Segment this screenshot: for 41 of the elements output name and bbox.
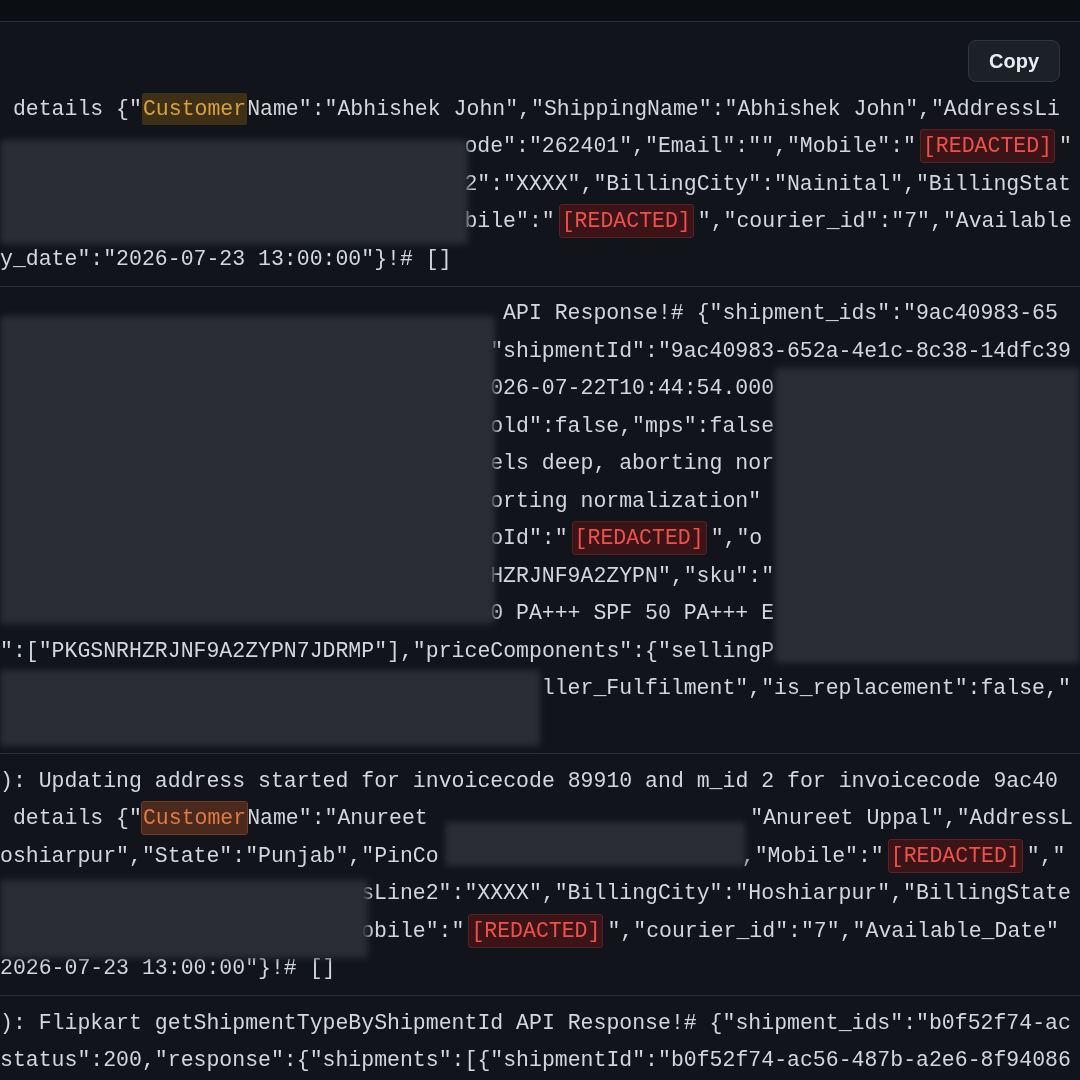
log-text: "shipmentId":"9ac40983-652a-4e1c-8c38-14dfc39 (490, 337, 1071, 365)
log-text: ,"Mobile":" (741, 842, 884, 870)
log-text: ","courier_id":"7","Available_Date" (607, 917, 1059, 945)
log-text: ): Flipkart getShipmentTypeByShipmentId API Response!# {"shipment_ids":"b0f52f74-ac (0, 1009, 1071, 1037)
log-text: 2":"XXXX","BillingCity":"Nainital","BillingStat (464, 170, 1071, 198)
log-text: ode":"262401","Email":"","Mobile":" (464, 133, 916, 161)
log-text: details {" (12, 95, 142, 123)
log-text: HZRJNF9A2ZYPN","sku":" (490, 562, 775, 590)
log-text: ":["PKGSNRHZRJNF9A2ZYPN7JDRMP"],"priceComponents":{"sellingP (0, 637, 775, 665)
redacted-label: [REDACTED] (919, 129, 1055, 164)
search-match: Customer (141, 92, 248, 125)
redacted-label: [REDACTED] (571, 521, 707, 556)
search-match: Customer (141, 802, 248, 835)
log-text: status":200,"response":{"shipments":[{"shipmentId":"b0f52f74-ac56-487b-a2e6-8f94086 (0, 1047, 1071, 1075)
log-text: Name":"Anureet (247, 805, 428, 833)
log-text: oshiarpur","State":"Punjab","PinCo (0, 842, 439, 870)
log-text: els deep, aborting nor (490, 450, 775, 478)
log-text: orting normalization" (490, 487, 762, 515)
log-text: Name":"Abhishek John","ShippingName":"Abhishek John","AddressLi (247, 95, 1060, 123)
log-text: y_date":"2026-07-23 13:00:00"}!# [] (0, 245, 452, 273)
log-text: sLine2":"XXXX","BillingCity":"Hoshiarpur","BillingState (361, 880, 1071, 908)
redacted-label: [REDACTED] (887, 838, 1023, 873)
redacted-label: [REDACTED] (558, 204, 694, 239)
log-text: API Response!# {"shipment_ids":"9ac40983-65 (503, 300, 1058, 328)
log-text: "," (1026, 842, 1066, 870)
copy-button[interactable]: Copy (968, 40, 1060, 82)
log-text: ","courier_id":"7","Available (697, 208, 1072, 236)
log-text: "Anureet Uppal","AddressL (750, 805, 1073, 833)
log-text: ","o (710, 525, 763, 553)
log-text: " (1059, 133, 1072, 161)
log-text: details {" (12, 805, 142, 833)
log-text: obile":" (361, 917, 465, 945)
log-text: 026-07-22T10:44:54.000 (490, 375, 775, 403)
log-text: old":false,"mps":false (490, 412, 775, 440)
log-text: ): Updating address started for invoicecode 89910 and m_id 2 for invoicecode 9ac40 (0, 767, 1058, 795)
log-text: ller_Fulfilment","is_replacement":false," (541, 675, 1071, 703)
redacted-label: [REDACTED] (468, 913, 604, 948)
log-text: oId":" (490, 525, 568, 553)
log-text: bile":" (464, 208, 555, 236)
log-text: 0 PA+++ SPF 50 PA+++ E (490, 600, 775, 628)
log-text: 2026-07-23 13:00:00"}!# [] (0, 955, 336, 983)
